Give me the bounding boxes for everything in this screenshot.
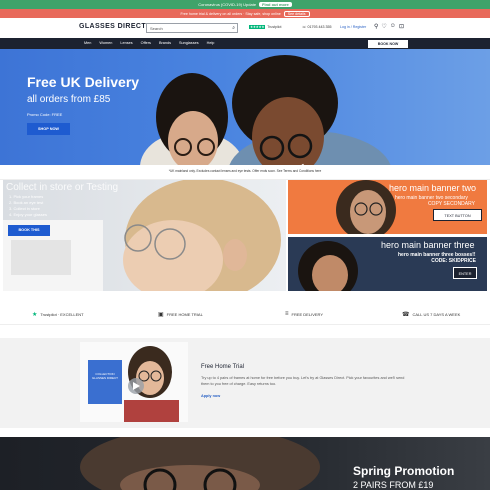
main-nav: Men Women Lenses Offers Brands Sunglasse… [0,38,490,49]
phone-icon: ☎ [402,312,410,318]
home-trial-link[interactable]: Apply now [201,394,220,398]
tile-three-subtitle: hero main banner three bosses!! CODE: SK… [398,252,476,264]
star-icon: ★ [32,312,38,318]
usp-home-trial[interactable]: ▣ FREE HOME TRIAL [158,311,203,318]
tile-main-steps: 1. Pick your frames 2. Book an eye test … [9,194,47,218]
box-icon: ▣ [158,312,164,318]
wishlist-icon[interactable]: ♡ [381,23,386,30]
nav-item-offers[interactable]: Offers [141,41,151,45]
promo-bar-button[interactable]: Find out more [259,2,292,7]
trustpilot-label: Trustpilot [267,25,282,29]
hero-photo [140,55,391,165]
tile-banner-two[interactable]: hero main banner two hero main banner tw… [288,180,487,234]
promo-bar-text: Coronavirus (COVID-19) Update [198,2,257,7]
covid-bar-button[interactable]: See details [283,10,310,17]
tile-three-title: hero main banner three [381,240,475,250]
account-icon[interactable]: ☺ [390,23,396,30]
tile-main-step: 4. Enjoy your glasses [9,212,48,217]
tile-main-heading: Collect in store or Testing [6,182,119,193]
spring-promo-banner[interactable]: Spring Promotion 2 PAIRS FROM £19 [0,437,490,490]
home-trial-box-label: COLLECTION GLASSES DIRECT [91,372,118,380]
book-this-button[interactable]: BOOK THIS [8,225,50,236]
search-icon[interactable]: ⌕ [232,25,235,31]
covid-bar: Free home trial & delivery on all orders… [0,9,490,18]
nav-item-brands[interactable]: Brands [159,41,171,45]
nav-item-men[interactable]: Men [84,41,91,45]
usp-text: CALL US 7 DAYS A WEEK [412,312,461,317]
usp-delivery[interactable]: ≡ FREE DELIVERY [285,311,323,317]
nav-item-sunglasses[interactable]: Sunglasses [179,41,199,45]
tile-two-title: hero main banner two [389,183,477,193]
tile-three-button[interactable]: ENTER [453,267,477,279]
usp-text: Trustpilot · EXCELLENT [40,312,84,317]
tile-three-subtitle-line: CODE: SKIDPRICE [431,258,476,264]
trustpilot-stars-icon: ★★★★★ [249,25,266,29]
phone-number[interactable]: ☏ 01793 443 355 [302,25,331,29]
search-input[interactable]: Search ⌕ [146,23,238,33]
hero-title: Free UK Delivery [27,74,140,90]
promo-bar: Coronavirus (COVID-19) Update Find out m… [0,0,490,9]
tile-two-subtitle: hero main banner two secondary COPY SECO… [395,195,475,207]
header-icons: ⚲ ♡ ☺ ⊡ [374,23,404,30]
usp-text: FREE DELIVERY [291,311,324,317]
tile-collect-testing[interactable]: Collect in store or Testing 1. Pick your… [3,180,286,291]
trustpilot-widget[interactable]: ★★★★★ Trustpilot [249,25,281,29]
site-logo[interactable]: GLASSES DIRECT [79,23,146,30]
truck-icon: ≡ [285,311,289,317]
basket-icon[interactable]: ⊡ [399,23,404,30]
nav-item-help[interactable]: Help [207,41,215,45]
home-trial-photo [88,346,179,422]
phone-number-text: 01793 443 355 [307,25,332,29]
home-trial-title: Free Home Trial [201,364,245,370]
usp-call[interactable]: ☎ CALL US 7 DAYS A WEEK [402,311,460,318]
nav-item-women[interactable]: Women [99,41,112,45]
tile-two-button[interactable]: TEXT BUTTON [433,209,482,221]
spring-title: Spring Promotion [353,464,455,478]
terms-note[interactable]: *UK mainland only. Excludes contact lens… [0,165,490,180]
covid-bar-text: Free home trial & delivery on all orders… [180,11,281,16]
home-trial-section: COLLECTION GLASSES DIRECT Free Home Tria… [0,338,490,428]
hero-subtitle: all orders from £85 [27,94,111,105]
store-locator-icon[interactable]: ⚲ [374,23,378,30]
usp-text: FREE HOME TRIAL [166,312,203,317]
shop-now-button[interactable]: SHOP NOW [27,123,70,135]
usp-strip: ★ Trustpilot · EXCELLENT ▣ FREE HOME TRI… [0,305,490,325]
usp-trustpilot[interactable]: ★ Trustpilot · EXCELLENT [32,311,84,318]
tile-two-subtitle-line: COPY SECONDARY [427,201,475,207]
nav-item-lenses[interactable]: Lenses [120,41,132,45]
book-now-button[interactable]: BOOK NOW [368,39,408,48]
site-header: GLASSES DIRECT Search ⌕ ★★★★★ Trustpilot… [0,18,490,38]
login-link[interactable]: Log in / Register [340,25,366,29]
nav-items: Men Women Lenses Offers Brands Sunglasse… [84,41,214,45]
search-placeholder: Search [150,26,163,31]
home-trial-body: Try up to 4 pairs of frames at home for … [201,376,405,386]
spring-subtitle: 2 PAIRS FROM £19 [353,480,434,490]
hero-promo-code: Promo Code: FREE [27,112,63,117]
home-trial-video[interactable]: COLLECTION GLASSES DIRECT [80,342,188,422]
hero-banner[interactable]: Free UK Delivery all orders from £85 Pro… [0,49,490,165]
tile-banner-three[interactable]: hero main banner three hero main banner … [288,237,487,291]
